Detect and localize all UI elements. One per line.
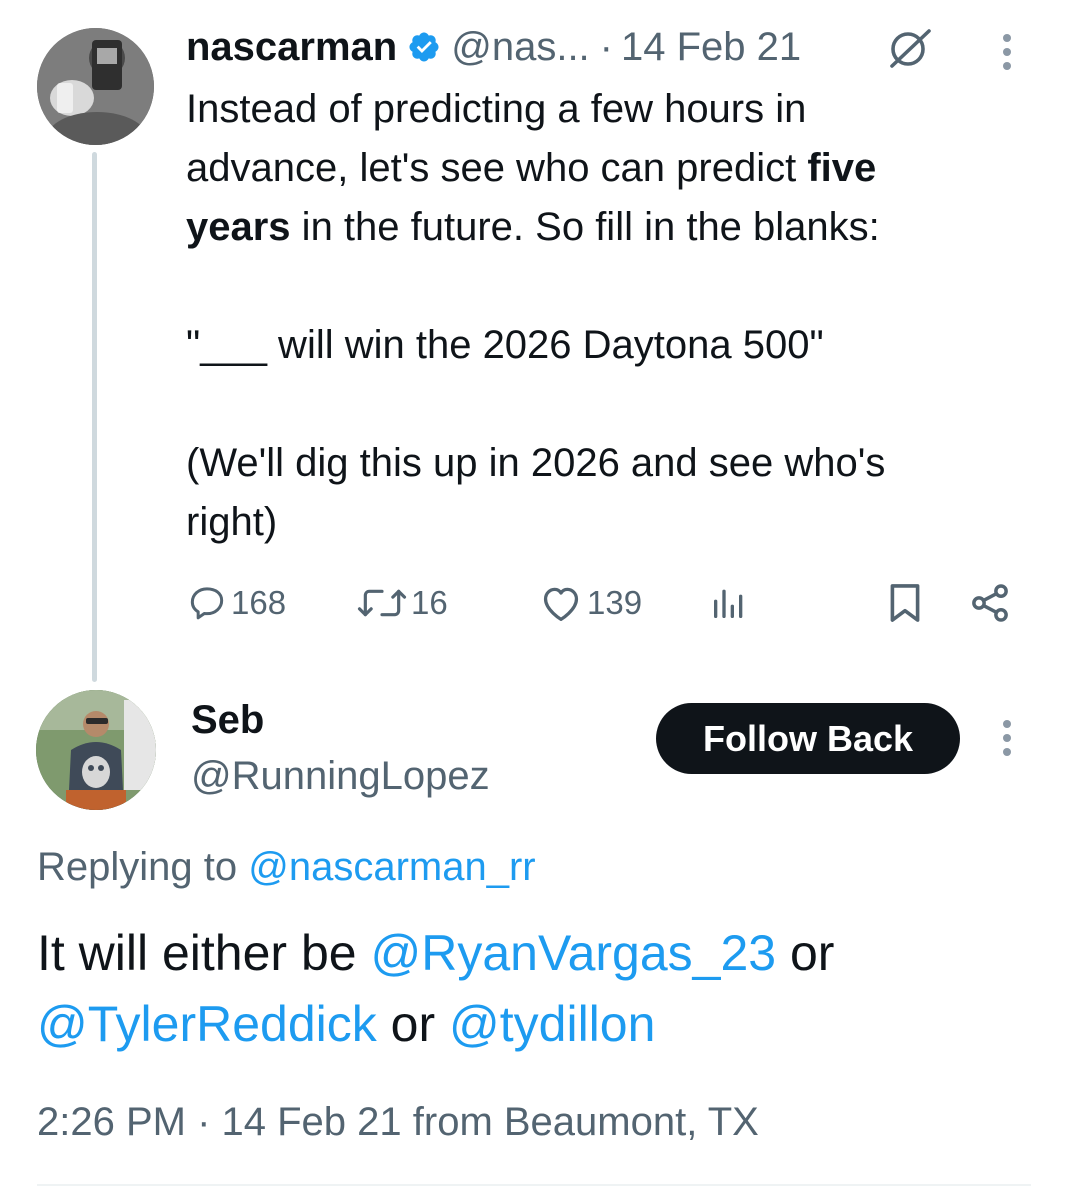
tweet-header: nascarman @nas... · 14 Feb 21 — [186, 22, 801, 72]
reply-author-handle[interactable]: @RunningLopez — [191, 748, 490, 804]
reply-count: 168 — [231, 584, 287, 621]
repost-button[interactable]: 16 — [355, 578, 448, 628]
tweet-text-segment: Instead of predicting a few hours in adv… — [186, 87, 807, 190]
replying-to-mention[interactable]: @nascarman_rr — [248, 845, 535, 889]
header-separator: · — [599, 25, 613, 69]
repost-count: 16 — [411, 584, 448, 621]
views-icon — [709, 583, 749, 623]
author-avatar[interactable] — [37, 28, 154, 145]
reply-mention-link[interactable]: @tydillon — [449, 996, 655, 1052]
divider — [37, 1184, 1031, 1186]
grok-icon[interactable] — [884, 27, 934, 69]
avatar-photo-icon — [37, 28, 154, 145]
reply-author-name[interactable]: Seb — [191, 692, 264, 748]
bookmark-button[interactable] — [887, 578, 923, 628]
reply-text-segment: It will either be — [37, 925, 371, 981]
reply-text-segment: or — [790, 925, 835, 981]
like-icon — [539, 583, 583, 623]
more-options-icon[interactable] — [995, 716, 1019, 760]
author-handle[interactable]: @nas... — [451, 22, 589, 72]
verified-badge-icon — [407, 30, 441, 64]
like-count: 139 — [587, 584, 643, 621]
author-display-name[interactable]: nascarman — [186, 22, 397, 72]
follow-back-button[interactable]: Follow Back — [656, 703, 960, 774]
bookmark-icon — [887, 581, 923, 625]
tweet-text-segment: in the future. So fill in the blanks: "_… — [186, 205, 886, 544]
replying-to-line: Replying to @nascarman_rr — [37, 840, 536, 894]
reply-author-avatar[interactable] — [36, 690, 156, 810]
post-date[interactable]: 14 Feb 21 — [621, 22, 801, 72]
like-button[interactable]: 139 — [539, 578, 642, 628]
reply-button[interactable]: 168 — [187, 578, 286, 628]
reply-timestamp[interactable]: 2:26 PM · 14 Feb 21 from Beaumont, TX — [37, 1094, 759, 1150]
repost-icon — [355, 583, 409, 623]
replying-to-label: Replying to — [37, 845, 238, 889]
reply-mention-link[interactable]: @TylerReddick — [37, 996, 377, 1052]
more-options-icon[interactable] — [995, 30, 1019, 74]
reply-text: It will either be @RyanVargas_23 or @Tyl… — [37, 918, 1037, 1060]
avatar-photo-icon — [36, 690, 156, 810]
reply-text-segment: or — [376, 996, 449, 1052]
reply-icon — [187, 583, 227, 623]
share-icon — [968, 581, 1012, 625]
views-button[interactable] — [709, 578, 749, 628]
share-button[interactable] — [968, 578, 1012, 628]
reply-mention-link[interactable]: @RyanVargas_23 — [370, 925, 776, 981]
thread-connector-line — [92, 152, 97, 682]
tweet-text: Instead of predicting a few hours in adv… — [186, 80, 1036, 552]
